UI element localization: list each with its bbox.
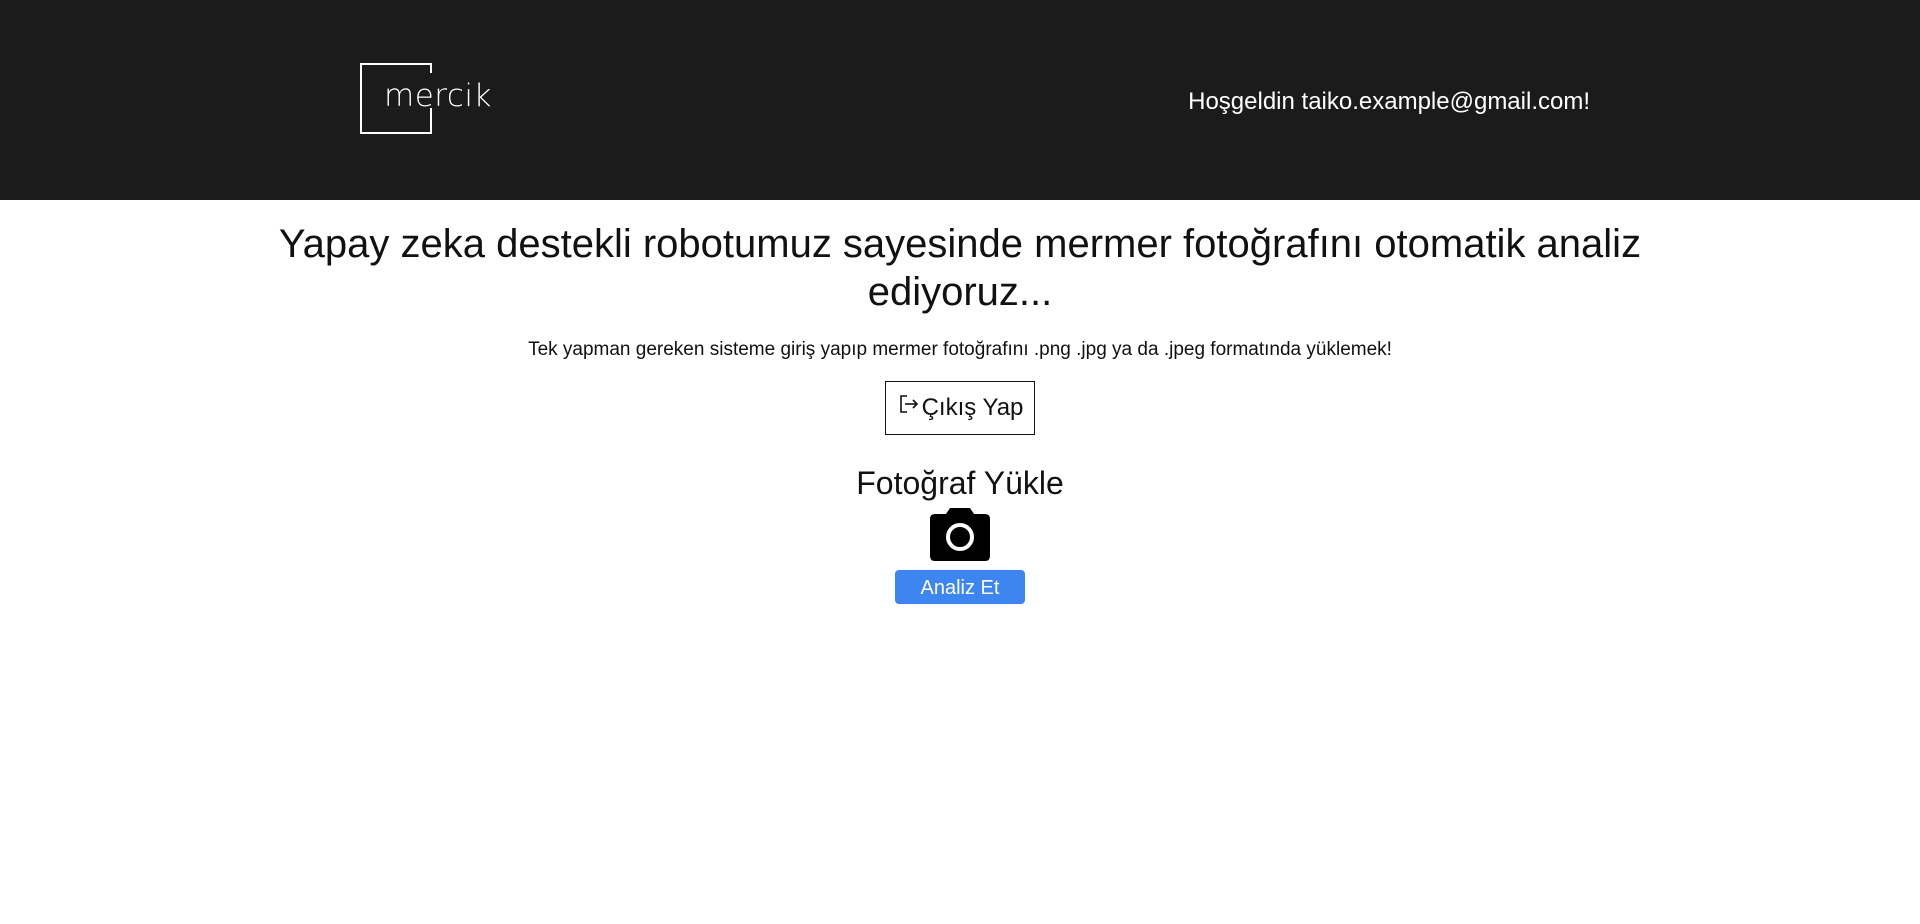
logout-button[interactable]: Çıkış Yap xyxy=(884,381,1036,435)
site-header: mercik Hoşgeldin taiko.example@gmail.com… xyxy=(0,0,1920,200)
camera-icon[interactable] xyxy=(929,506,991,562)
page-headline: Yapay zeka destekli robotumuz sayesinde … xyxy=(278,222,1642,314)
mercik-logo[interactable]: mercik xyxy=(360,63,491,134)
welcome-message: Hoşgeldin taiko.example@gmail.com! xyxy=(1188,88,1590,115)
logo-text: mercik xyxy=(384,78,492,114)
logout-icon xyxy=(898,393,920,415)
logout-label: Çıkış Yap xyxy=(921,394,1024,421)
analyze-button[interactable]: Analiz Et xyxy=(895,570,1025,604)
main-content: Yapay zeka destekli robotumuz sayesinde … xyxy=(0,200,1920,604)
upload-title: Fotoğraf Yükle xyxy=(856,465,1064,501)
page-subtext: Tek yapman gereken sisteme giriş yapıp m… xyxy=(528,339,1392,360)
